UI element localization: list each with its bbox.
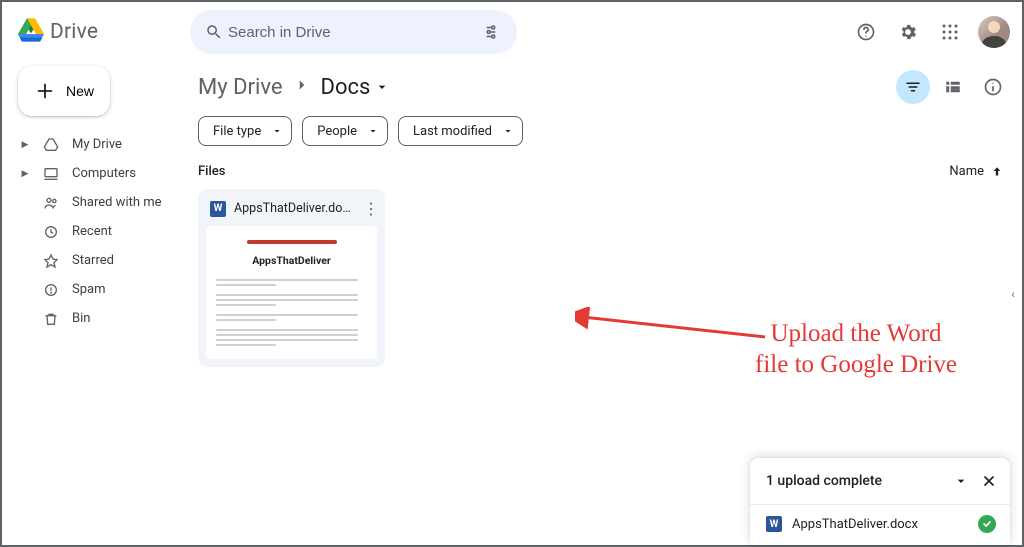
- toast-minimize-button[interactable]: [950, 470, 972, 492]
- dropdown-icon: [271, 125, 283, 137]
- search-input[interactable]: [228, 24, 475, 41]
- main-content: My Drive Docs File type: [180, 62, 1022, 545]
- nav-label: Computers: [72, 166, 136, 181]
- list-view-button[interactable]: [936, 70, 970, 104]
- header: Drive: [2, 2, 1022, 62]
- product-name: Drive: [50, 20, 98, 44]
- chevron-right-icon: [293, 76, 311, 98]
- breadcrumb-current[interactable]: Docs: [321, 75, 391, 100]
- settings-button[interactable]: [890, 14, 926, 50]
- nav-my-drive[interactable]: ▶ My Drive: [16, 130, 170, 159]
- nav-bin[interactable]: Bin: [16, 304, 170, 333]
- caret-right-icon: ▶: [20, 140, 30, 150]
- file-name: AppsThatDeliver.docx: [234, 201, 353, 216]
- help-button[interactable]: [848, 14, 884, 50]
- filter-chips: File type People Last modified: [198, 116, 1010, 146]
- sort-button[interactable]: Name: [949, 164, 1010, 179]
- account-avatar[interactable]: [978, 16, 1010, 48]
- filter-toggle-button[interactable]: [896, 70, 930, 104]
- search-bar[interactable]: [190, 10, 517, 54]
- people-icon: [42, 195, 60, 211]
- word-doc-icon: W: [210, 201, 226, 217]
- drive-icon: [42, 137, 60, 153]
- computer-icon: [42, 166, 60, 182]
- search-options-icon[interactable]: [475, 23, 507, 41]
- nav-label: My Drive: [72, 137, 122, 152]
- toast-close-button[interactable]: [978, 470, 1000, 492]
- logo[interactable]: Drive: [18, 18, 178, 46]
- word-doc-icon: W: [766, 516, 782, 532]
- search-icon: [200, 23, 228, 41]
- nav-label: Shared with me: [72, 195, 162, 210]
- upload-item[interactable]: W AppsThatDeliver.docx: [750, 504, 1010, 545]
- caret-right-icon: ▶: [20, 169, 30, 179]
- nav-spam[interactable]: Spam: [16, 275, 170, 304]
- dropdown-icon: [502, 125, 514, 137]
- header-actions: [848, 14, 1010, 50]
- breadcrumb: My Drive Docs: [198, 66, 1010, 108]
- nav-computers[interactable]: ▶ Computers: [16, 159, 170, 188]
- new-button-label: New: [66, 83, 94, 99]
- new-button[interactable]: New: [18, 66, 110, 116]
- arrow-up-icon: [990, 165, 1004, 179]
- trash-icon: [42, 311, 60, 327]
- file-grid: W AppsThatDeliver.docx ⋮ AppsThatDeliver: [198, 189, 1010, 367]
- dropdown-icon: [367, 125, 379, 137]
- spam-icon: [42, 282, 60, 298]
- nav-shared[interactable]: Shared with me: [16, 188, 170, 217]
- nav-label: Recent: [72, 224, 112, 239]
- nav-label: Starred: [72, 253, 114, 268]
- section-title: Files: [198, 164, 225, 179]
- nav-recent[interactable]: Recent: [16, 217, 170, 246]
- drive-logo-icon: [18, 18, 44, 46]
- success-check-icon: [978, 515, 996, 533]
- file-thumbnail: AppsThatDeliver: [206, 226, 377, 359]
- filter-people[interactable]: People: [302, 116, 388, 146]
- upload-title: 1 upload complete: [766, 473, 882, 489]
- nav-label: Bin: [72, 311, 90, 326]
- clock-icon: [42, 224, 60, 240]
- nav-starred[interactable]: Starred: [16, 246, 170, 275]
- star-icon: [42, 253, 60, 269]
- upload-toast: 1 upload complete W AppsThatDeliver.docx: [750, 458, 1010, 545]
- upload-file-name: AppsThatDeliver.docx: [792, 517, 918, 532]
- filter-last-modified[interactable]: Last modified: [398, 116, 523, 146]
- dropdown-icon: [374, 79, 390, 95]
- apps-button[interactable]: [932, 14, 968, 50]
- breadcrumb-root[interactable]: My Drive: [198, 75, 283, 100]
- file-card[interactable]: W AppsThatDeliver.docx ⋮ AppsThatDeliver: [198, 189, 385, 367]
- file-more-button[interactable]: ⋮: [361, 199, 381, 218]
- sidebar: New ▶ My Drive ▶ Computers Shared with m…: [2, 62, 180, 545]
- nav-label: Spam: [72, 282, 106, 297]
- filter-file-type[interactable]: File type: [198, 116, 292, 146]
- side-panel-toggle[interactable]: ‹: [1004, 274, 1022, 314]
- info-button[interactable]: [976, 70, 1010, 104]
